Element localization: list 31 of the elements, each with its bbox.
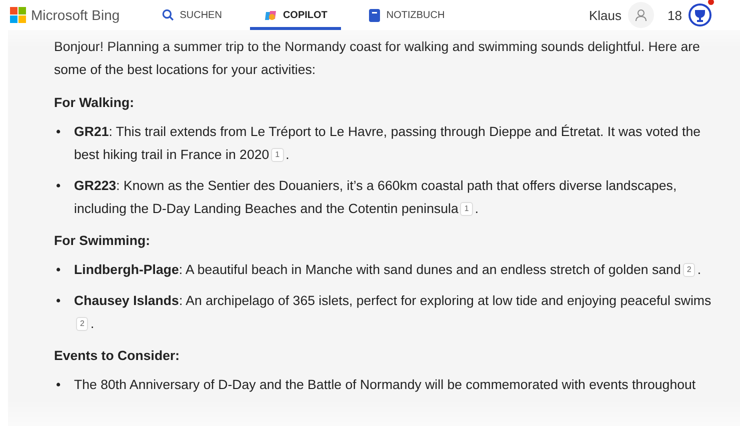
copilot-icon bbox=[264, 8, 277, 22]
bullet-mark: • bbox=[56, 124, 61, 139]
logo-icon bbox=[10, 7, 26, 23]
citation-link[interactable]: 1 bbox=[460, 202, 473, 216]
notebook-icon bbox=[369, 8, 380, 22]
nav-tab[interactable]: NOTIZBUCH bbox=[355, 0, 459, 30]
list-item-text: Lindbergh-Plage: A beautiful beach in Manche with sand dunes and an endless stretch of golden sand 2 . bbox=[74, 261, 702, 279]
rewards-button[interactable] bbox=[688, 3, 712, 27]
section-heading: For Swimming: bbox=[54, 232, 152, 250]
nav-tab[interactable]: SUCHEN bbox=[148, 0, 236, 30]
list-item-text: GR21: This trail extends from Le Tréport to Le Havre, passing through Dieppe and Étretat. It was voted the best hiking trail in France in 2020 1 . bbox=[74, 123, 702, 164]
bullet-mark: • bbox=[56, 377, 61, 392]
list-item-text: Chausey Islands: An archipelago of 365 islets, perfect for exploring at low tide and enjoying peaceful swims 2 . bbox=[74, 292, 712, 333]
user-name: Klaus bbox=[589, 8, 622, 22]
citation-link[interactable]: 2 bbox=[76, 317, 88, 331]
person-icon bbox=[634, 8, 647, 22]
section-heading: For Walking: bbox=[54, 94, 136, 112]
section-heading: Events to Consider: bbox=[54, 347, 181, 365]
list-item-text: The 80th Anniversary of D-Day and the Battle of Normandy will be commemorated with events throughout bbox=[74, 376, 697, 394]
bullet-mark: • bbox=[56, 262, 61, 277]
list-item-text: GR223: Known as the Sentier des Douaniers, it’s a 660km coastal path that offers diverse landscapes, including the D-Day Landing Beaches and the Cotentin peninsula 1 . bbox=[74, 177, 678, 218]
logo-text: Microsoft Bing bbox=[31, 7, 120, 23]
citation-link[interactable]: 2 bbox=[682, 263, 696, 277]
user-button[interactable] bbox=[628, 2, 654, 28]
trophy-icon bbox=[688, 3, 712, 27]
bullet-mark: • bbox=[56, 178, 61, 193]
bullet-mark: • bbox=[56, 293, 61, 308]
search-icon bbox=[162, 9, 174, 21]
intro-text: Bonjour! Planning a summer trip to the Normandy coast for walking and swimming sounds delightful. Here are some of the best locations for your activities: bbox=[54, 38, 701, 79]
points-count: 18 bbox=[668, 8, 682, 22]
citation-link[interactable]: 1 bbox=[271, 148, 284, 162]
